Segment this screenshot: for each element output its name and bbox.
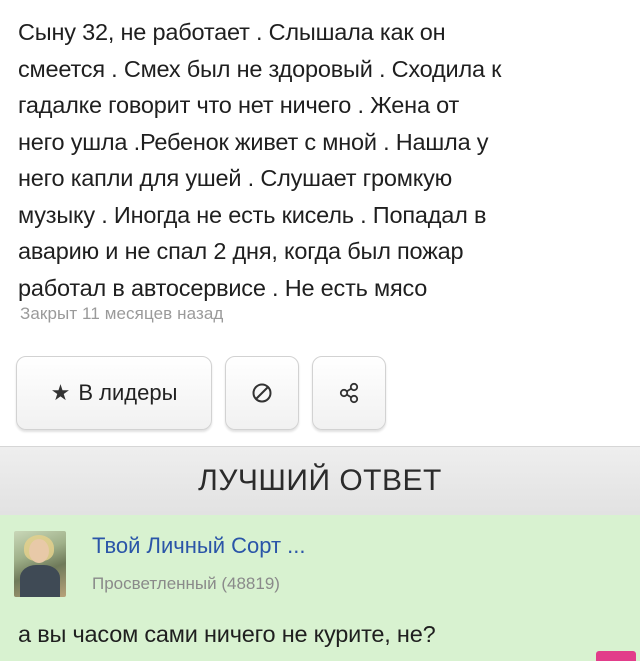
add-to-leaders-label: В лидеры	[78, 380, 178, 405]
question-line: него капли для ушей . Слушает громкую	[18, 165, 453, 191]
share-icon	[339, 382, 359, 404]
add-to-leaders-button[interactable]: ★ В лидеры	[16, 356, 212, 430]
star-icon: ★	[50, 380, 71, 405]
answer-author-rank: Просветленный (48819)	[92, 574, 280, 593]
question-line: смеется . Смех был не здоровый . Сходила…	[18, 55, 502, 82]
question-line: Сыну 32, не работает . Слышала как он	[18, 19, 446, 45]
question-line: работал в автосервисе . Не есть мясо	[18, 274, 428, 301]
watermark-logo	[596, 651, 636, 661]
question-line: музыку . Иногда не есть кисель . Попадал…	[18, 201, 487, 228]
question-line: него ушла .Ребенок живет с мной . Нашла …	[18, 128, 489, 155]
question-text: Сыну 32, не работает . Слышала как он см…	[18, 14, 628, 306]
report-button[interactable]	[225, 356, 299, 430]
question-line: гадалке говорит что нет ничего . Жена от	[18, 92, 460, 118]
best-answer-header: ЛУЧШИЙ ОТВЕТ	[0, 446, 640, 516]
best-answer: Твой Личный Сорт ... Просветленный (4881…	[0, 515, 640, 661]
block-icon	[252, 383, 272, 403]
question-status: Закрыт 11 месяцев назад	[20, 304, 224, 323]
answer-text: а вы часом сами ничего не курите, не?	[18, 621, 436, 647]
avatar[interactable]	[14, 531, 66, 597]
answer-author-link[interactable]: Твой Личный Сорт ...	[92, 533, 306, 559]
share-button[interactable]	[312, 356, 386, 430]
question-line: аварию и не спал 2 дня, когда был пожар	[18, 238, 464, 264]
